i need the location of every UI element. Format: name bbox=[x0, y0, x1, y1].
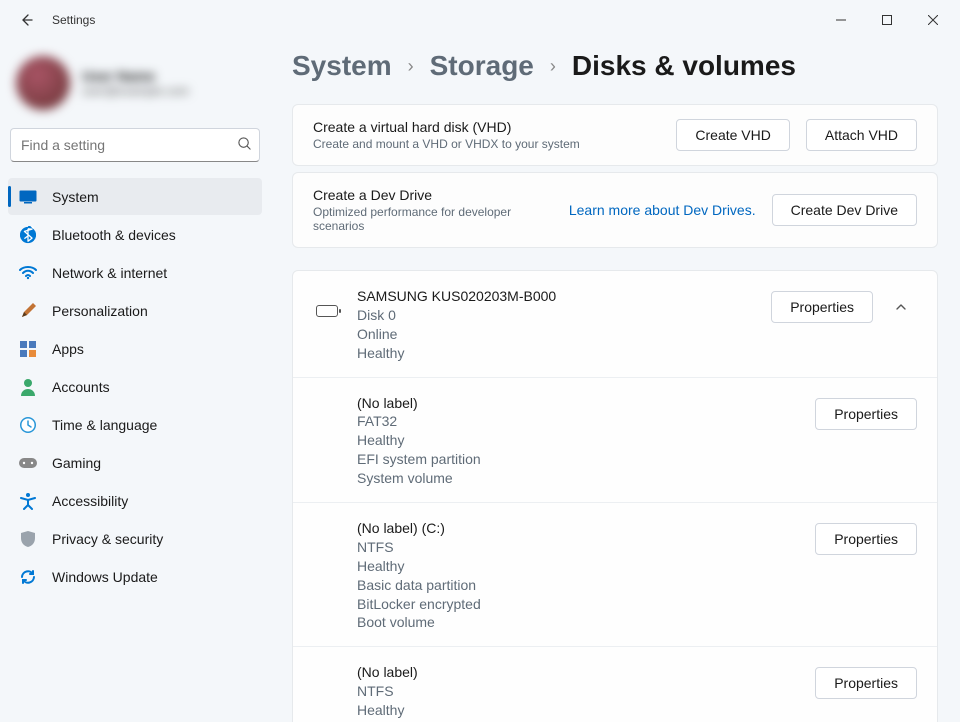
sidebar-item-privacy[interactable]: Privacy & security bbox=[8, 520, 262, 557]
chevron-right-icon: › bbox=[408, 56, 414, 77]
disk-number: Disk 0 bbox=[357, 306, 755, 325]
volume-properties-button[interactable]: Properties bbox=[815, 398, 917, 430]
volume-row[interactable]: (No label) (C:) NTFS Healthy Basic data … bbox=[293, 503, 937, 647]
sidebar-item-update[interactable]: Windows Update bbox=[8, 558, 262, 595]
paintbrush-icon bbox=[18, 301, 38, 321]
sidebar-item-label: System bbox=[52, 189, 99, 205]
search-wrap bbox=[10, 128, 260, 162]
shield-icon bbox=[18, 529, 38, 549]
system-icon bbox=[18, 187, 38, 207]
devdrive-title: Create a Dev Drive bbox=[313, 187, 553, 203]
sidebar-item-label: Bluetooth & devices bbox=[52, 227, 176, 243]
volume-label: (No label) bbox=[357, 663, 799, 682]
attach-vhd-button[interactable]: Attach VHD bbox=[806, 119, 917, 151]
vhd-card-title: Create a virtual hard disk (VHD) bbox=[313, 119, 660, 135]
sidebar-item-system[interactable]: System bbox=[8, 178, 262, 215]
person-icon bbox=[18, 377, 38, 397]
chevron-up-icon bbox=[894, 300, 908, 314]
breadcrumb-storage[interactable]: Storage bbox=[430, 50, 534, 82]
disk-name: SAMSUNG KUS020203M-B000 bbox=[357, 287, 755, 306]
search-input[interactable] bbox=[10, 128, 260, 162]
wifi-icon bbox=[18, 263, 38, 283]
sidebar-item-label: Apps bbox=[52, 341, 84, 357]
user-block[interactable]: User Name user@example.com bbox=[6, 48, 264, 128]
create-devdrive-button[interactable]: Create Dev Drive bbox=[772, 194, 917, 226]
volume-row[interactable]: (No label) FAT32 Healthy EFI system part… bbox=[293, 378, 937, 503]
collapse-toggle[interactable] bbox=[885, 291, 917, 323]
update-icon bbox=[18, 567, 38, 587]
sidebar: User Name user@example.com System Blueto… bbox=[0, 40, 270, 722]
main-pane: System › Storage › Disks & volumes Creat… bbox=[270, 40, 960, 722]
chevron-right-icon: › bbox=[550, 56, 556, 77]
sidebar-item-label: Privacy & security bbox=[52, 531, 163, 547]
volume-properties-button[interactable]: Properties bbox=[815, 523, 917, 555]
avatar bbox=[16, 56, 70, 110]
back-button[interactable] bbox=[12, 6, 40, 34]
back-arrow-icon bbox=[18, 12, 34, 28]
vhd-card: Create a virtual hard disk (VHD) Create … bbox=[292, 104, 938, 166]
sidebar-item-time[interactable]: Time & language bbox=[8, 406, 262, 443]
breadcrumb: System › Storage › Disks & volumes bbox=[292, 50, 938, 82]
sidebar-item-bluetooth[interactable]: Bluetooth & devices bbox=[8, 216, 262, 253]
disk-health: Healthy bbox=[357, 344, 755, 363]
disk-status: Online bbox=[357, 325, 755, 344]
sidebar-item-label: Network & internet bbox=[52, 265, 167, 281]
sidebar-item-apps[interactable]: Apps bbox=[8, 330, 262, 367]
user-email: user@example.com bbox=[82, 84, 189, 98]
app-title: Settings bbox=[52, 13, 95, 27]
sidebar-item-label: Accessibility bbox=[52, 493, 128, 509]
sidebar-item-label: Accounts bbox=[52, 379, 110, 395]
sidebar-item-label: Time & language bbox=[52, 417, 157, 433]
disk-icon bbox=[313, 287, 341, 317]
devdrive-card: Create a Dev Drive Optimized performance… bbox=[292, 172, 938, 248]
devdrive-learn-link[interactable]: Learn more about Dev Drives. bbox=[569, 202, 756, 218]
disk-properties-button[interactable]: Properties bbox=[771, 291, 873, 323]
page-title: Disks & volumes bbox=[572, 50, 796, 82]
minimize-button[interactable] bbox=[818, 4, 864, 36]
close-button[interactable] bbox=[910, 4, 956, 36]
clock-icon bbox=[18, 415, 38, 435]
sidebar-item-label: Windows Update bbox=[52, 569, 158, 585]
search-icon bbox=[237, 136, 252, 154]
accessibility-icon bbox=[18, 491, 38, 511]
sidebar-item-label: Personalization bbox=[52, 303, 148, 319]
maximize-button[interactable] bbox=[864, 4, 910, 36]
disk-list: SAMSUNG KUS020203M-B000 Disk 0 Online He… bbox=[292, 270, 938, 722]
volume-row[interactable]: (No label) NTFS Healthy Microsoft recove… bbox=[293, 647, 937, 722]
volume-label: (No label) bbox=[357, 394, 799, 413]
nav: System Bluetooth & devices Network & int… bbox=[6, 178, 264, 595]
create-vhd-button[interactable]: Create VHD bbox=[676, 119, 789, 151]
titlebar: Settings bbox=[0, 0, 960, 40]
window-controls bbox=[818, 4, 956, 36]
devdrive-sub: Optimized performance for developer scen… bbox=[313, 205, 553, 233]
sidebar-item-accounts[interactable]: Accounts bbox=[8, 368, 262, 405]
gamepad-icon bbox=[18, 453, 38, 473]
volume-properties-button[interactable]: Properties bbox=[815, 667, 917, 699]
apps-icon bbox=[18, 339, 38, 359]
user-name: User Name bbox=[82, 68, 189, 84]
sidebar-item-accessibility[interactable]: Accessibility bbox=[8, 482, 262, 519]
bluetooth-icon bbox=[18, 225, 38, 245]
sidebar-item-gaming[interactable]: Gaming bbox=[8, 444, 262, 481]
sidebar-item-label: Gaming bbox=[52, 455, 101, 471]
vhd-card-sub: Create and mount a VHD or VHDX to your s… bbox=[313, 137, 660, 151]
sidebar-item-network[interactable]: Network & internet bbox=[8, 254, 262, 291]
sidebar-item-personalization[interactable]: Personalization bbox=[8, 292, 262, 329]
disk-row[interactable]: SAMSUNG KUS020203M-B000 Disk 0 Online He… bbox=[293, 271, 937, 378]
breadcrumb-system[interactable]: System bbox=[292, 50, 392, 82]
volume-label: (No label) (C:) bbox=[357, 519, 799, 538]
